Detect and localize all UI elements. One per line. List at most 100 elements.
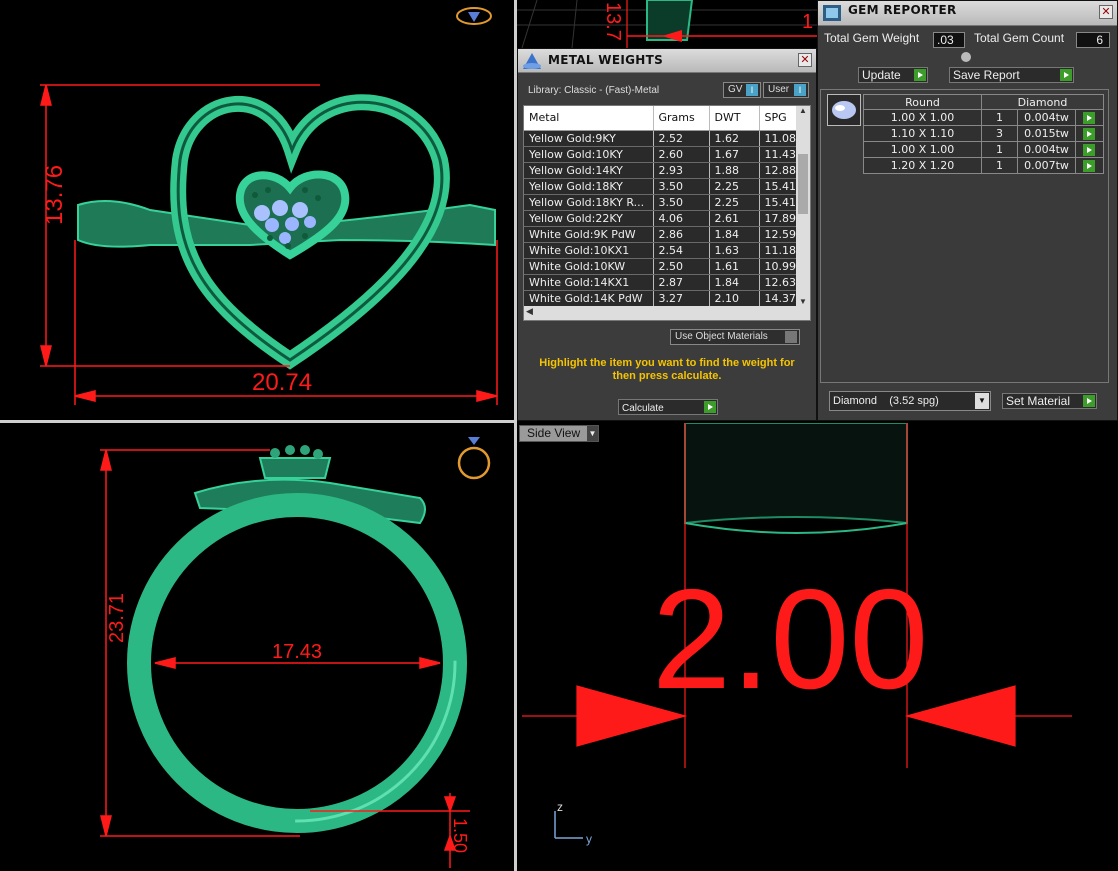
update-button[interactable]: Update — [858, 67, 928, 83]
metal-row[interactable]: White Gold:10KW 2.50 1.61 10.99 — [524, 258, 799, 275]
gem-cell: 0.007tw — [1017, 157, 1076, 174]
front-view-drawing: 13.76 20.74 — [40, 7, 498, 405]
metal-row[interactable]: Yellow Gold:18KY 3.50 2.25 15.41 — [524, 178, 799, 195]
metal-cell: 15.41 — [759, 194, 799, 211]
save-report-button[interactable]: Save Report — [949, 67, 1074, 83]
horizontal-scrollbar[interactable]: ◀ — [524, 306, 810, 320]
collapse-handle-icon[interactable] — [961, 52, 971, 62]
viewport-side-profile[interactable]: 23.71 17.43 1.50 — [0, 423, 514, 871]
set-material-button[interactable]: Set Material — [1002, 393, 1097, 409]
metal-cell: 11.18 — [759, 242, 799, 259]
gem-row[interactable]: 1.20 X 1.20 1 0.007tw — [863, 157, 1104, 174]
go-arrow-icon — [1083, 112, 1095, 124]
gem-cell: 1.00 X 1.00 — [863, 141, 982, 158]
scroll-thumb[interactable] — [798, 154, 808, 214]
partial-view-drawing: 13.7 1 — [517, 0, 817, 48]
calculate-label: Calculate — [622, 403, 664, 414]
dim-ring-height-text: 23.71 — [106, 593, 128, 643]
metal-cell: 1.84 — [709, 274, 760, 291]
metal-weights-titlebar[interactable]: METAL WEIGHTS ✕ — [518, 49, 816, 73]
metal-col-header[interactable]: Grams — [653, 106, 710, 131]
gem-row[interactable]: 1.10 X 1.10 3 0.015tw — [863, 125, 1104, 142]
dim-detail-text: 2.00 — [652, 560, 928, 719]
metal-hint-text: Highlight the item you want to find the … — [539, 357, 795, 382]
metal-col-header[interactable]: Metal — [524, 106, 654, 131]
material-select[interactable]: Diamond (3.52 spg) ▼ — [829, 391, 991, 411]
scroll-up-icon[interactable]: ▲ — [796, 106, 810, 120]
metal-row[interactable]: Yellow Gold:18KY R... 3.50 2.25 15.41 — [524, 194, 799, 211]
metal-col-header[interactable]: DWT — [709, 106, 760, 131]
go-arrow-icon — [1083, 395, 1095, 407]
viewport-partial[interactable]: 13.7 1 — [517, 0, 817, 48]
metal-cell: 3.50 — [653, 194, 710, 211]
metal-cell: Yellow Gold:18KY R... — [524, 194, 654, 211]
metal-row[interactable]: White Gold:9K PdW 2.86 1.84 12.59 — [524, 226, 799, 243]
gem-cell: 1 — [981, 141, 1018, 158]
dim-width-text: 20.74 — [252, 369, 312, 396]
gem-cell: 0.004tw — [1017, 141, 1076, 158]
gem-row-go-button[interactable] — [1075, 157, 1104, 174]
gem-row[interactable]: 1.00 X 1.00 1 0.004tw — [863, 109, 1104, 126]
use-object-materials-toggle[interactable]: Use Object Materials — [670, 329, 800, 345]
gem-row[interactable]: 1.00 X 1.00 1 0.004tw — [863, 141, 1104, 158]
metal-row[interactable]: White Gold:10KX1 2.54 1.63 11.18 — [524, 242, 799, 259]
scroll-down-icon[interactable]: ▼ — [796, 297, 810, 306]
metal-cell: 2.87 — [653, 274, 710, 291]
metal-cell: Yellow Gold:22KY — [524, 210, 654, 227]
metal-row[interactable]: Yellow Gold:9KY 2.52 1.62 11.08 — [524, 130, 799, 147]
gem-list-area: Round Diamond 1.00 X 1.00 1 0.004tw 1.10 X … — [820, 89, 1109, 383]
viewport-side-view[interactable]: 2.00 z y Side View ▼ — [517, 423, 1118, 871]
metal-row[interactable]: Yellow Gold:10KY 2.60 1.67 11.43 — [524, 146, 799, 163]
use-object-materials-label: Use Object Materials — [675, 331, 768, 342]
metal-cell: White Gold:14K PdW — [524, 290, 654, 307]
gem-cell: 3 — [981, 125, 1018, 142]
calculate-button[interactable]: Calculate — [618, 399, 718, 415]
metal-cell: 4.06 — [653, 210, 710, 227]
close-icon[interactable]: ✕ — [1099, 5, 1113, 19]
metal-cell: 2.93 — [653, 162, 710, 179]
user-label: User — [768, 84, 790, 95]
gem-row-go-button[interactable] — [1075, 141, 1104, 158]
viewport-divider-horizontal[interactable] — [0, 420, 516, 423]
metal-table-container[interactable]: Metal Grams DWT SPG Yellow Gold:9KY 2.52 1.62… — [523, 105, 811, 321]
cad-workspace: 13.76 20.74 23.71 17.43 1.50 2.00 z y Si… — [0, 0, 1118, 871]
metal-col-header[interactable]: SPG — [759, 106, 799, 131]
metal-row[interactable]: Yellow Gold:22KY 4.06 2.61 17.89 — [524, 210, 799, 227]
gem-row-go-button[interactable] — [1075, 109, 1104, 126]
gem-thumbnail[interactable] — [827, 94, 861, 126]
vertical-scrollbar[interactable]: ▲ ▼ — [796, 106, 810, 306]
metal-cell: 2.52 — [653, 130, 710, 147]
metal-row[interactable]: Yellow Gold:14KY 2.93 1.88 12.88 — [524, 162, 799, 179]
metal-cell: 11.43 — [759, 146, 799, 163]
total-gem-weight-label: Total Gem Weight — [824, 31, 920, 45]
gv-toggle[interactable]: GV I — [723, 82, 761, 98]
go-arrow-icon — [1083, 160, 1095, 172]
metal-cell: White Gold:10KW — [524, 258, 654, 275]
dim-height-text: 13.76 — [41, 165, 68, 225]
metal-cell: White Gold:10KX1 — [524, 242, 654, 259]
gem-cell: 1.10 X 1.10 — [863, 125, 982, 142]
close-icon[interactable]: ✕ — [798, 53, 812, 67]
view-label-dropdown[interactable]: Side View ▼ — [519, 425, 599, 442]
view-orient-icon[interactable] — [456, 7, 492, 25]
metal-cell: 14.37 — [759, 290, 799, 307]
gem-row-go-button[interactable] — [1075, 125, 1104, 142]
metal-row[interactable]: White Gold:14KX1 2.87 1.84 12.63 — [524, 274, 799, 291]
gem-reporter-titlebar[interactable]: GEM REPORTER ✕ — [818, 1, 1117, 26]
gem-cell: 1 — [981, 109, 1018, 126]
partial-dim-text: 13.7 — [602, 2, 624, 41]
viewport-front[interactable]: 13.76 20.74 — [0, 0, 514, 420]
save-report-label: Save Report — [953, 68, 1020, 82]
metal-row[interactable]: White Gold:14K PdW 3.27 2.10 14.37 — [524, 290, 799, 307]
dim-inner-diameter-text: 17.43 — [272, 641, 322, 663]
metal-weights-app-icon — [523, 53, 541, 69]
profile-view-drawing: 23.71 17.43 1.50 — [100, 437, 491, 868]
toggle-knob-icon: I — [746, 84, 758, 96]
metal-cell: 3.27 — [653, 290, 710, 307]
metal-cell: 2.86 — [653, 226, 710, 243]
scroll-left-icon[interactable]: ◀ — [526, 306, 533, 317]
ring-orient-icon[interactable] — [457, 437, 491, 480]
metal-weights-title: METAL WEIGHTS — [548, 53, 664, 67]
go-arrow-icon — [704, 401, 716, 413]
user-toggle[interactable]: User I — [763, 82, 809, 98]
